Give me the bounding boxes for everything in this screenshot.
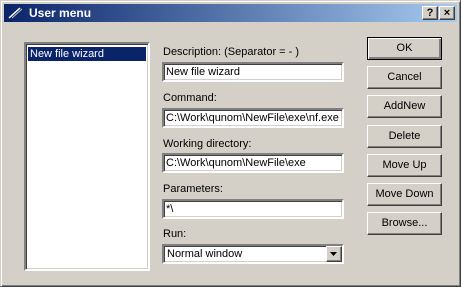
run-dropdown-button[interactable]	[326, 246, 342, 262]
run-select-value: Normal window	[167, 248, 243, 260]
close-button[interactable]: ×	[439, 6, 455, 20]
add-new-button[interactable]: AddNew	[367, 95, 442, 118]
window-title: User menu	[29, 6, 92, 20]
list-item[interactable]: New file wizard	[28, 47, 146, 61]
move-up-button[interactable]: Move Up	[367, 154, 442, 177]
working-directory-label: Working directory:	[163, 138, 252, 150]
menu-items-list[interactable]: New file wizard	[24, 42, 150, 271]
run-label: Run:	[163, 228, 187, 240]
parameters-input[interactable]: *\	[162, 199, 344, 219]
title-bar[interactable]: User menu ? ×	[4, 4, 457, 22]
ok-button[interactable]: OK	[367, 37, 442, 60]
run-select[interactable]: Normal window	[162, 244, 344, 264]
move-down-button[interactable]: Move Down	[367, 183, 442, 206]
pen-icon	[7, 6, 23, 20]
cancel-button[interactable]: Cancel	[367, 66, 442, 89]
command-input[interactable]: C:\Work\qunom\NewFile\exe\nf.exe	[162, 108, 344, 128]
browse-button[interactable]: Browse...	[367, 212, 442, 235]
command-label: Command:	[163, 92, 217, 104]
delete-button[interactable]: Delete	[367, 125, 442, 148]
working-directory-input[interactable]: C:\Work\qunom\NewFile\exe	[162, 153, 344, 173]
description-input[interactable]: New file wizard	[162, 62, 344, 82]
parameters-label: Parameters:	[163, 183, 223, 195]
user-menu-dialog: User menu ? × New file wizard Descriptio…	[0, 0, 461, 287]
description-label: Description: (Separator = - )	[163, 46, 300, 58]
help-button[interactable]: ?	[422, 6, 438, 20]
chevron-down-icon	[330, 252, 337, 256]
